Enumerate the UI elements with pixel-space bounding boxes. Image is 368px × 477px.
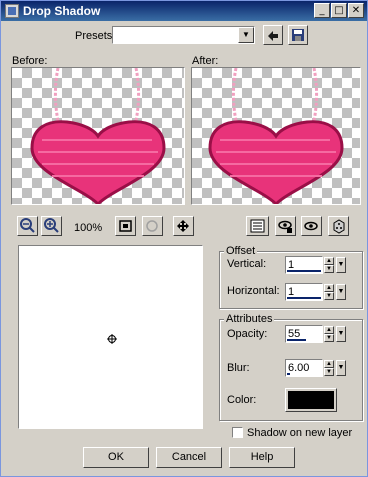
blur-spinner[interactable]: 6.00 ▲ ▼ ▼ <box>285 359 346 377</box>
after-label: After: <box>192 55 219 67</box>
color-swatch-button[interactable] <box>285 388 337 412</box>
zoom-out-icon <box>20 218 35 233</box>
reset-icon <box>268 31 278 41</box>
eye-icon <box>304 221 318 231</box>
color-label: Color: <box>227 394 257 406</box>
offset-title: Offset <box>224 245 258 257</box>
move-icon <box>177 220 189 232</box>
arrow-up-icon[interactable]: ▲ <box>324 360 334 368</box>
blur-label: Blur: <box>227 362 250 374</box>
heart-shadow-image <box>208 68 344 204</box>
zoom-in-button[interactable] <box>41 216 62 236</box>
arrow-down-icon[interactable]: ▼ <box>324 265 334 273</box>
arrow-down-icon[interactable]: ▼ <box>324 334 334 342</box>
arrow-down-icon[interactable]: ▼ <box>324 368 334 376</box>
horizontal-dropdown-icon[interactable]: ▼ <box>336 284 346 300</box>
maximize-button[interactable]: □ <box>331 3 347 18</box>
horizontal-label: Horizontal: <box>227 285 280 297</box>
presets-label: Presets: <box>75 30 116 42</box>
horizontal-spinner[interactable]: 1 ▲ ▼ ▼ <box>285 283 346 301</box>
randomize-button[interactable] <box>275 216 296 236</box>
fit-button[interactable] <box>115 216 136 236</box>
app-icon <box>5 4 19 18</box>
before-label: Before: <box>12 55 48 67</box>
reset-presets-button[interactable] <box>263 25 283 45</box>
before-preview[interactable] <box>11 67 185 205</box>
horizontal-arrows[interactable]: ▲ ▼ <box>324 284 334 300</box>
help-button[interactable]: Help <box>229 447 295 468</box>
vertical-dropdown-icon[interactable]: ▼ <box>336 257 346 273</box>
opacity-label: Opacity: <box>227 328 268 340</box>
ok-button[interactable]: OK <box>83 447 149 468</box>
vertical-spinner[interactable]: 1 ▲ ▼ ▼ <box>285 256 346 274</box>
minimize-button[interactable]: _ <box>314 3 330 18</box>
presets-combo[interactable]: ▼ <box>112 26 255 44</box>
fit-icon <box>119 220 132 232</box>
target-icon <box>107 334 117 344</box>
chevron-down-icon[interactable]: ▼ <box>238 27 254 43</box>
after-preview[interactable] <box>191 67 361 205</box>
blur-arrows[interactable]: ▲ ▼ <box>324 360 334 376</box>
blur-dropdown-icon[interactable]: ▼ <box>336 360 346 376</box>
shadow-new-layer-checkbox[interactable] <box>232 427 243 438</box>
opacity-dropdown-icon[interactable]: ▼ <box>336 326 346 342</box>
blur-value: 6.00 <box>288 362 310 374</box>
window-title: Drop Shadow <box>23 4 101 18</box>
opacity-level-bar <box>287 339 306 341</box>
close-button[interactable]: ✕ <box>348 3 364 18</box>
vertical-arrows[interactable]: ▲ ▼ <box>324 257 334 273</box>
proof-button[interactable] <box>142 216 163 236</box>
shadow-new-layer-label[interactable]: Shadow on new layer <box>247 427 352 439</box>
pan-button[interactable] <box>173 216 194 236</box>
dice-icon <box>333 219 345 234</box>
save-preset-button[interactable] <box>288 25 308 45</box>
heart-image <box>30 68 166 204</box>
arrow-up-icon[interactable]: ▲ <box>324 284 334 292</box>
drop-shadow-dialog: Drop Shadow _ □ ✕ Presets: ▼ Before: Aft… <box>0 0 368 477</box>
arrow-down-icon[interactable]: ▼ <box>324 292 334 300</box>
title-bar[interactable]: Drop Shadow _ □ ✕ <box>1 1 367 21</box>
dice-button[interactable] <box>328 216 349 236</box>
opacity-spinner[interactable]: 55 ▲ ▼ ▼ <box>285 325 346 343</box>
preview-settings-button[interactable] <box>246 216 269 236</box>
auto-proof-button[interactable] <box>301 216 322 236</box>
cancel-button[interactable]: Cancel <box>156 447 222 468</box>
save-icon <box>292 29 304 41</box>
color-swatch <box>288 391 334 409</box>
arrow-up-icon[interactable]: ▲ <box>324 257 334 265</box>
zoom-out-button[interactable] <box>17 216 38 236</box>
horizontal-level-bar <box>287 297 321 299</box>
list-icon <box>250 219 265 233</box>
proof-icon <box>146 220 158 232</box>
vertical-label: Vertical: <box>227 258 267 270</box>
arrow-up-icon[interactable]: ▲ <box>324 326 334 334</box>
shadow-direction-pad[interactable] <box>18 245 203 429</box>
opacity-arrows[interactable]: ▲ ▼ <box>324 326 334 342</box>
zoom-level: 100% <box>74 222 103 234</box>
blur-level-bar <box>287 373 290 375</box>
zoom-in-icon <box>44 218 59 233</box>
eye-lock-icon <box>278 220 292 233</box>
vertical-level-bar <box>287 270 321 272</box>
attributes-title: Attributes <box>224 313 275 325</box>
